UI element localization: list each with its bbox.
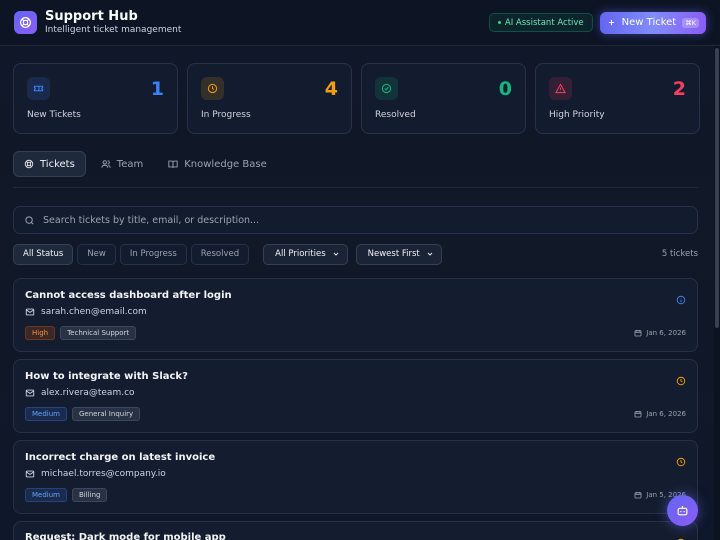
ai-assistant-button[interactable] <box>667 495 698 526</box>
priority-select-value: All Priorities <box>275 249 326 259</box>
ticket-title: Incorrect charge on latest invoice <box>25 452 216 463</box>
info-circle-icon <box>676 290 686 309</box>
clock-icon <box>676 371 686 390</box>
users-icon <box>101 160 111 168</box>
ticket-card[interactable]: Request: Dark mode for mobile app <box>13 521 698 540</box>
stat-value: 2 <box>672 78 686 100</box>
stat-label: New Tickets <box>27 110 81 120</box>
lifebuoy-icon <box>14 11 37 34</box>
ticket-email-text: alex.rivera@team.co <box>41 388 135 398</box>
ticket-email-text: michael.torres@company.io <box>41 469 166 479</box>
ticket-date: Jan 6, 2026 <box>634 329 686 337</box>
mail-icon <box>25 470 35 478</box>
brand: Support Hub Intelligent ticket managemen… <box>14 9 181 36</box>
tab-knowledge-base[interactable]: Knowledge Base <box>158 151 277 177</box>
ticket-date-text: Jan 6, 2026 <box>646 329 686 337</box>
tab-label: Tickets <box>40 158 75 170</box>
new-ticket-button[interactable]: New Ticket ⌘K <box>599 11 706 34</box>
filter-bar: All Status New In Progress Resolved All … <box>13 243 698 265</box>
ticket-date: Jan 6, 2026 <box>634 410 686 418</box>
ai-status-label: AI Assistant Active <box>504 17 584 28</box>
tab-tickets[interactable]: Tickets <box>13 151 86 177</box>
category-badge: General Inquiry <box>72 407 141 421</box>
ai-status-badge: AI Assistant Active <box>488 13 593 32</box>
ticket-card[interactable]: How to integrate with Slack? alex.rivera… <box>13 359 698 433</box>
chevron-down-icon <box>427 252 433 256</box>
ticket-email-text: sarah.chen@email.com <box>41 307 147 317</box>
bot-icon <box>677 506 688 516</box>
lifebuoy-icon <box>24 159 34 169</box>
filter-in-progress[interactable]: In Progress <box>119 243 187 265</box>
ticket-title: How to integrate with Slack? <box>25 371 188 382</box>
calendar-icon <box>634 330 642 337</box>
clock-icon <box>676 533 686 540</box>
priority-badge: Medium <box>25 407 67 421</box>
ticket-count: 5 tickets <box>661 249 698 259</box>
main-tabs: Tickets Team Knowledge Base <box>13 151 698 188</box>
ticket-card[interactable]: Incorrect charge on latest invoice micha… <box>13 440 698 514</box>
category-badge: Technical Support <box>60 326 137 340</box>
new-ticket-label: New Ticket <box>621 17 677 28</box>
calendar-icon <box>634 492 642 499</box>
stat-label: In Progress <box>201 110 251 120</box>
ticket-list: Cannot access dashboard after login sara… <box>13 278 698 540</box>
ticket-icon <box>27 77 50 100</box>
chevron-down-icon <box>333 252 338 256</box>
app-header: Support Hub Intelligent ticket managemen… <box>0 0 720 46</box>
filter-resolved[interactable]: Resolved <box>190 243 250 265</box>
tab-label: Team <box>116 158 144 170</box>
stat-card-resolved: 0 Resolved <box>361 63 526 134</box>
stat-label: High Priority <box>549 110 605 120</box>
ticket-title: Cannot access dashboard after login <box>25 290 232 301</box>
ticket-title: Request: Dark mode for mobile app <box>25 532 226 540</box>
page-scrollbar[interactable] <box>714 46 720 540</box>
app-title: Support Hub <box>45 9 138 24</box>
stat-value: 4 <box>324 78 338 100</box>
stat-card-high-priority: 2 High Priority <box>535 63 700 134</box>
stat-card-in-progress: 4 In Progress <box>187 63 352 134</box>
search-bar <box>13 206 698 234</box>
search-input[interactable] <box>43 214 687 226</box>
status-dot-icon <box>497 21 501 24</box>
stat-label: Resolved <box>375 110 416 120</box>
ticket-card[interactable]: Cannot access dashboard after login sara… <box>13 278 698 352</box>
priority-badge: High <box>25 326 56 340</box>
shortcut-hint: ⌘K <box>682 17 699 28</box>
ticket-email: sarah.chen@email.com <box>25 307 686 317</box>
priority-badge: Medium <box>25 488 67 502</box>
clock-icon <box>676 452 686 471</box>
check-circle-icon <box>375 77 398 100</box>
alert-triangle-icon <box>549 77 572 100</box>
category-badge: Billing <box>72 488 108 502</box>
app-subtitle: Intelligent ticket management <box>45 25 182 35</box>
ticket-email: michael.torres@company.io <box>25 469 686 479</box>
plus-icon <box>608 19 614 26</box>
tab-label: Knowledge Base <box>184 158 267 170</box>
book-icon <box>168 160 178 168</box>
sort-select-value: Newest First <box>367 249 420 259</box>
stat-value: 1 <box>150 78 164 100</box>
scrollbar-thumb[interactable] <box>715 48 719 328</box>
mail-icon <box>25 389 35 397</box>
ticket-date-text: Jan 6, 2026 <box>646 410 686 418</box>
stats-row: 1 New Tickets 4 In Progress 0 Resolved 2… <box>13 63 700 134</box>
search-icon <box>25 215 34 225</box>
calendar-icon <box>634 411 642 418</box>
filter-new[interactable]: New <box>77 243 116 265</box>
ticket-email: alex.rivera@team.co <box>25 388 686 398</box>
stat-card-new: 1 New Tickets <box>13 63 178 134</box>
priority-select[interactable]: All Priorities <box>263 243 348 265</box>
sort-select[interactable]: Newest First <box>355 243 442 265</box>
mail-icon <box>25 308 35 316</box>
filter-all-status[interactable]: All Status <box>13 243 74 265</box>
stat-value: 0 <box>498 78 512 100</box>
clock-icon <box>201 77 224 100</box>
tab-team[interactable]: Team <box>91 151 153 177</box>
